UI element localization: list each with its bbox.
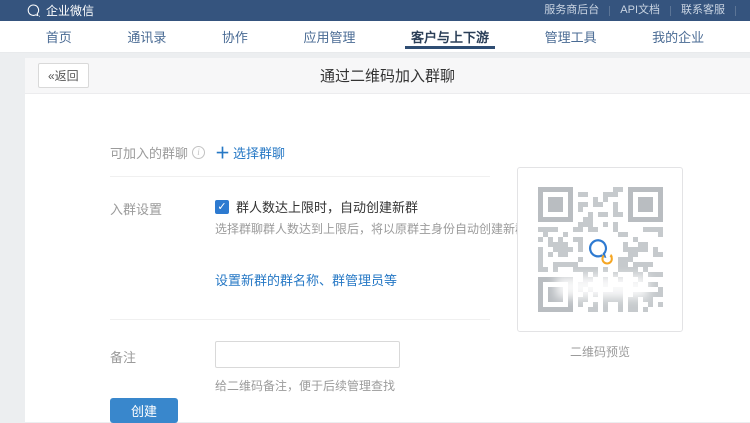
topbar-links: 服务商后台 API文档 联系客服 [534,0,736,21]
main-nav: 首页 通讯录 协作 应用管理 客户与上下游 管理工具 我的企业 [0,21,750,53]
qr-code-image [517,167,683,332]
new-group-settings-link[interactable]: 设置新群的群名称、群管理员等 [215,270,397,289]
checkbox-label: 群人数达上限时，自动创建新群 [236,197,418,216]
create-button[interactable]: 创建 [110,398,178,423]
joinable-group-label: 可加入的群聊 i [110,143,205,162]
divider [735,6,736,16]
wechat-work-logo-icon [26,3,41,18]
divider [110,176,490,177]
page-title: 通过二维码加入群聊 [25,65,750,86]
content-card: «返回 通过二维码加入群聊 可加入的群聊 i ＋选择群聊 入群设置 ✓ 群人数达… [25,58,750,422]
auto-create-group-checkbox-row[interactable]: ✓ 群人数达上限时，自动创建新群 [215,197,418,216]
join-settings-label: 入群设置 [110,199,162,218]
remark-hint: 给二维码备注，便于后续管理查找 [215,377,395,394]
nav-item-app-management[interactable]: 应用管理 [297,21,361,52]
back-button[interactable]: «返回 [38,63,89,88]
nav-item-customers[interactable]: 客户与上下游 [405,21,495,52]
card-header: «返回 通过二维码加入群聊 [25,58,750,94]
remark-label: 备注 [110,347,136,366]
nav-item-my-company[interactable]: 我的企业 [646,21,710,52]
wechat-work-qr-center-icon [583,233,617,267]
info-icon[interactable]: i [192,146,205,159]
qr-preview-panel: 二维码预览 [517,167,683,360]
brand-logo[interactable]: 企业微信 [26,2,94,19]
card-body: 可加入的群聊 i ＋选择群聊 入群设置 ✓ 群人数达上限时，自动创建新群 选择群… [25,94,750,422]
top-bar: 企业微信 服务商后台 API文档 联系客服 [0,0,750,21]
plus-icon: ＋ [215,145,230,162]
checkbox-icon[interactable]: ✓ [215,200,229,214]
nav-item-management-tools[interactable]: 管理工具 [539,21,603,52]
brand-name: 企业微信 [46,2,94,19]
nav-item-contacts[interactable]: 通讯录 [121,21,172,52]
remark-input[interactable] [215,341,400,368]
select-group-link[interactable]: ＋选择群聊 [215,142,285,163]
qr-blurred-watermark [556,276,648,298]
nav-item-home[interactable]: 首页 [40,21,78,52]
topbar-link-provider-console[interactable]: 服务商后台 [534,0,609,21]
nav-item-collaboration[interactable]: 协作 [216,21,254,52]
topbar-link-contact-support[interactable]: 联系客服 [671,0,735,21]
divider [110,319,490,320]
qr-caption: 二维码预览 [517,343,683,360]
topbar-link-api-docs[interactable]: API文档 [610,0,670,21]
settings-hint: 选择群聊群人数达到上限后，将以原群主身份自动创建新群 [215,220,527,237]
